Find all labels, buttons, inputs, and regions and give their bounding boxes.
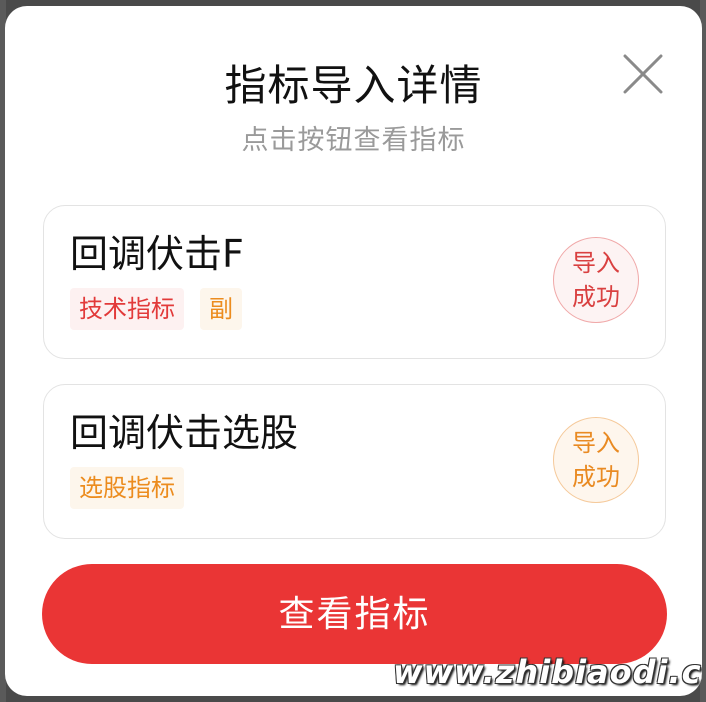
indicator-name: 回调伏击F <box>70 232 244 276</box>
tag-technical-indicator: 技术指标 <box>70 288 184 330</box>
import-success-stamp: 导入 成功 <box>553 237 639 323</box>
import-details-dialog: 指标导入详情 点击按钮查看指标 回调伏击F 技术指标 副 导入 成功 回调伏击选… <box>5 6 702 696</box>
import-success-stamp: 导入 成功 <box>553 417 639 503</box>
view-indicators-button[interactable]: 查看指标 <box>42 564 667 664</box>
stamp-text: 导入 <box>572 429 620 457</box>
stamp-text: 成功 <box>572 463 620 491</box>
dialog-title: 指标导入详情 <box>224 61 483 110</box>
tag-stock-selection-indicator: 选股指标 <box>70 467 184 509</box>
indicator-card[interactable]: 回调伏击F 技术指标 副 导入 成功 <box>43 205 666 359</box>
tag-sub-chart: 副 <box>200 288 242 330</box>
stamp-text: 导入 <box>572 249 620 277</box>
indicator-name: 回调伏击选股 <box>70 411 299 455</box>
site-watermark: www.zhibiaodi.com <box>393 653 702 691</box>
indicator-card[interactable]: 回调伏击选股 选股指标 导入 成功 <box>43 384 666 539</box>
stamp-text: 成功 <box>572 283 620 311</box>
dialog-subtitle: 点击按钮查看指标 <box>241 125 466 156</box>
